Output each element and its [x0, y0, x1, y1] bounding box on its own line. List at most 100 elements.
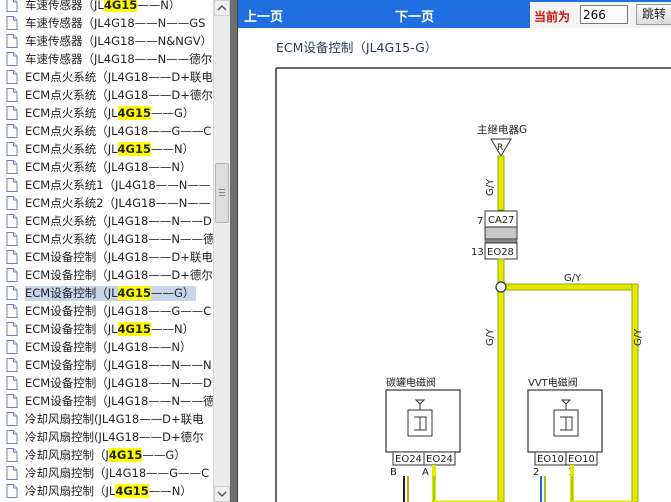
- scroll-thumb[interactable]: [215, 163, 229, 223]
- tree-item[interactable]: ECM设备控制（JL4G18——N——D: [0, 374, 213, 392]
- document-icon: [6, 340, 18, 354]
- document-icon: [6, 232, 18, 246]
- tree-item[interactable]: ECM设备控制（JL4G18——N——德: [0, 392, 213, 410]
- search-highlight: 4G15: [117, 286, 151, 300]
- tree-item[interactable]: 车速传感器（JL4G18——N——德尔: [0, 50, 213, 68]
- prev-page-link[interactable]: 上一页: [244, 6, 283, 25]
- document-icon: [6, 52, 18, 66]
- tree-item[interactable]: ECM设备控制（JL4G15——G）: [0, 284, 213, 302]
- next-page-link[interactable]: 下一页: [395, 6, 434, 25]
- tree-item[interactable]: 冷却风扇控制（JL4G18——G——C: [0, 464, 213, 482]
- jump-button[interactable]: 跳转: [636, 4, 671, 25]
- tree-item[interactable]: ECM设备控制（JL4G15——N）: [0, 320, 213, 338]
- conn-top-num: 7: [477, 216, 483, 227]
- left-pin-b: B: [390, 467, 397, 478]
- document-icon: [6, 178, 18, 192]
- tree-item[interactable]: 车速传感器（JL4G18——N&NGV）: [0, 32, 213, 50]
- tree-item-label: 冷却风扇控制（JL4G15——N）: [25, 484, 192, 498]
- tree-item[interactable]: 冷却风扇控制(JL4G18——D+联电: [0, 410, 213, 428]
- tree-item[interactable]: ECM点火系统（JL4G18——N——德: [0, 230, 213, 248]
- tree-item[interactable]: ECM点火系统（JL4G15——G）: [0, 104, 213, 122]
- tree-item[interactable]: ECM设备控制（JL4G18——G——C: [0, 302, 213, 320]
- scroll-up-arrow-icon[interactable]: [214, 0, 230, 16]
- document-icon: [6, 304, 18, 318]
- current-page-label: 当前为: [534, 10, 571, 24]
- tree-item-label: 冷却风扇控制（JL4G18——G——C: [25, 466, 210, 480]
- document-icon: [6, 106, 18, 120]
- tree-item-label: ECM设备控制（JL4G18——N——D: [25, 376, 212, 390]
- search-highlight: 4G15: [115, 484, 149, 498]
- page-number-input[interactable]: [580, 5, 628, 24]
- tree-item-label: ECM点火系统（JL4G18——D+联电: [25, 70, 213, 84]
- conn-bot-num: 13: [471, 247, 484, 258]
- document-icon: [6, 466, 18, 480]
- tree-item[interactable]: 冷却风扇控制（JL4G15——N）: [0, 482, 213, 500]
- tree-item[interactable]: 车速传感器（JL4G15——N）: [0, 0, 213, 14]
- tree-item-label: 车速传感器（JL4G18——N——德尔: [25, 52, 213, 66]
- tree-item-label: ECM设备控制（JL4G18——N——N: [25, 358, 212, 372]
- search-highlight: 4G15: [108, 448, 143, 462]
- tree-item[interactable]: 冷却风扇控制(JL4G18——D+德尔: [0, 428, 213, 446]
- tree-item[interactable]: 车速传感器（JL4G18——N——GS: [0, 14, 213, 32]
- tree-item[interactable]: ECM设备控制（JL4G18——D+联电: [0, 248, 213, 266]
- tree-item-label: ECM设备控制（JL4G18——G——C: [25, 304, 212, 318]
- document-icon: [6, 142, 18, 156]
- document-icon: [6, 484, 18, 498]
- tree-item[interactable]: ECM点火系统（JL4G18——D+联电: [0, 68, 213, 86]
- tree-item-label: 冷却风扇控制(JL4G18——D+德尔: [25, 430, 204, 444]
- tree-item[interactable]: ECM点火系统（JL4G18——N——D: [0, 212, 213, 230]
- tree-item-label: ECM设备控制（JL4G18——N——德: [25, 394, 213, 408]
- right-pin-2: 2: [533, 467, 539, 478]
- tree-item[interactable]: ECM点火系统（JL4G15——N）: [0, 140, 213, 158]
- topic-tree: 车速传感器（JL4G15——N） 车速传感器（JL4G18——N——GS 车速传感器…: [0, 0, 213, 502]
- tree-item-label: ECM点火系统1（JL4G18——N——: [25, 178, 211, 192]
- document-icon: [6, 448, 18, 462]
- document-icon: [6, 160, 18, 174]
- wire-label-right: G/Y: [633, 328, 644, 346]
- search-highlight: 4G15: [117, 142, 151, 156]
- tree-item-label: ECM设备控制（JL4G18——N）: [25, 340, 192, 354]
- tree-item-label: 冷却风扇控制(JL4G18——D+联电: [25, 412, 204, 426]
- tree-item-label: ECM设备控制（JL4G15——N）: [25, 322, 195, 336]
- tree-item-label: ECM点火系统（JL4G18——N——德: [25, 232, 213, 246]
- tree-item[interactable]: ECM设备控制（JL4G18——N——N: [0, 356, 213, 374]
- scroll-down-arrow-icon[interactable]: [214, 486, 230, 502]
- wire-label-top: G/Y: [485, 178, 496, 196]
- document-icon: [6, 268, 18, 282]
- tree-item[interactable]: ECM设备控制（JL4G18——D+德尔: [0, 266, 213, 284]
- document-icon: [6, 34, 18, 48]
- tree-item-label: ECM设备控制（JL4G18——D+联电: [25, 250, 213, 264]
- tree-item-label: 冷却风扇控制（J4G15——G）: [25, 448, 186, 462]
- document-icon: [6, 412, 18, 426]
- tree-item[interactable]: ECM点火系统（JL4G18——D+德尔: [0, 86, 213, 104]
- tree-item-label: ECM点火系统（JL4G18——D+德尔: [25, 88, 213, 102]
- document-icon: [6, 430, 18, 444]
- document-icon: [6, 196, 18, 210]
- right-component-label: VVT电磁阀: [528, 376, 578, 389]
- tree-item[interactable]: ECM设备控制（JL4G18——N）: [0, 338, 213, 356]
- document-icon: [6, 250, 18, 264]
- document-icon: [6, 286, 18, 300]
- page-jump-group: 当前为 跳转: [530, 2, 671, 28]
- document-icon: [6, 0, 18, 12]
- tree-scrollbar[interactable]: [213, 0, 230, 502]
- panel-splitter[interactable]: [230, 0, 238, 502]
- wiring-diagram: 主继电器G R G/Y 7 CA27 13 EO28 G/Y G/Y G/Y 碳…: [275, 67, 671, 502]
- tree-item[interactable]: ECM点火系统（JL4G18——G——C: [0, 122, 213, 140]
- search-highlight: 4G15: [117, 322, 151, 336]
- tree-item[interactable]: ECM点火系统1（JL4G18——N——: [0, 176, 213, 194]
- tree-item[interactable]: ECM点火系统2（JL4G18——N——: [0, 194, 213, 212]
- tree-item-label: 车速传感器（JL4G15——N）: [25, 0, 181, 12]
- tree-item[interactable]: ECM点火系统（JL4G18——N）: [0, 158, 213, 176]
- tree-item[interactable]: 冷却风扇控制（J4G15——G）: [0, 446, 213, 464]
- document-icon: [6, 376, 18, 390]
- wire-label-horizontal: G/Y: [564, 273, 582, 284]
- document-icon: [6, 214, 18, 228]
- right-conn-a: EO10: [537, 454, 564, 465]
- document-icon: [6, 16, 18, 30]
- conn-top-name: CA27: [488, 215, 515, 226]
- left-conn-b: EO24: [426, 454, 453, 465]
- tree-item-label: ECM设备控制（JL4G18——D+德尔: [25, 268, 213, 282]
- relay-pin-label: R: [497, 143, 503, 153]
- left-component-label: 碳罐电磁阀: [386, 376, 436, 389]
